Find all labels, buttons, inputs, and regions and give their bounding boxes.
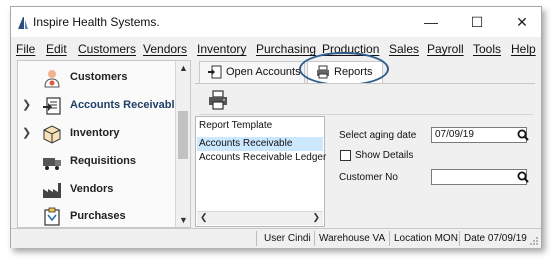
maximize-button[interactable]: ☐: [462, 11, 492, 33]
factory-icon: [43, 183, 61, 198]
status-location: Location MON: [394, 233, 458, 244]
menu-edit[interactable]: Edit: [46, 42, 67, 56]
app-window: Inspire Health Systems. — ☐ ✕ File Edit …: [10, 6, 542, 248]
sidebar-item-requisitions[interactable]: Requisitions: [18, 149, 180, 175]
menu-customers[interactable]: Customers: [78, 42, 136, 56]
status-divider: [389, 231, 390, 246]
scroll-right-icon[interactable]: ❯: [312, 212, 320, 223]
report-template-list[interactable]: Report Template Accounts Receivable Acco…: [195, 116, 326, 227]
status-user: User Cindi: [264, 233, 311, 244]
menu-bar: File Edit Customers Vendors Inventory Pu…: [11, 39, 541, 59]
menu-inventory[interactable]: Inventory: [197, 42, 246, 56]
purchases-icon: [44, 207, 60, 226]
toolbar-divider: [199, 114, 533, 115]
window-title: Inspire Health Systems.: [33, 15, 160, 29]
menu-sales[interactable]: Sales: [389, 42, 419, 56]
scroll-down-icon[interactable]: ▼: [179, 215, 188, 225]
sidebar-item-label: Customers: [70, 71, 128, 83]
sidebar-item-purchases[interactable]: Purchases: [18, 204, 180, 230]
sidebar-item-customers[interactable]: Customers: [18, 65, 180, 91]
truck-icon: [43, 158, 61, 170]
title-bar: Inspire Health Systems. — ☐ ✕: [11, 7, 541, 37]
print-button[interactable]: [207, 89, 229, 111]
sidebar-item-label: Requisitions: [70, 155, 137, 167]
report-list-hscrollbar[interactable]: ❮ ❯: [197, 211, 323, 225]
menu-vendors[interactable]: Vendors: [143, 42, 187, 56]
reports-panel: Report Template Accounts Receivable Acco…: [195, 83, 535, 227]
scroll-left-icon[interactable]: ❮: [200, 212, 208, 223]
sidebar-item-vendors[interactable]: Vendors: [18, 177, 180, 203]
report-list-item[interactable]: Accounts Receivable Ledger: [197, 151, 326, 165]
show-details-checkbox[interactable]: [340, 150, 351, 161]
accounts-receivable-icon: [43, 97, 61, 115]
sidebar-item-label: Accounts Receivable: [70, 99, 181, 111]
highlight-ellipse: [299, 52, 389, 86]
sidebar-item-label: Inventory: [70, 127, 120, 139]
close-button[interactable]: ✕: [507, 11, 537, 33]
menu-payroll[interactable]: Payroll: [427, 42, 464, 56]
tab-label: Open Accounts: [226, 66, 301, 78]
sidebar-item-inventory[interactable]: ❯ Inventory: [18, 121, 180, 147]
sidebar-item-accounts-receivable[interactable]: ❯ Accounts Receivable: [18, 93, 181, 119]
open-accounts-icon: [208, 65, 222, 79]
report-list-header: Report Template: [199, 120, 273, 131]
status-warehouse: Warehouse VA: [319, 233, 386, 244]
search-icon[interactable]: [517, 129, 529, 141]
inventory-box-icon: [43, 125, 61, 144]
minimize-button[interactable]: —: [416, 11, 446, 33]
show-details-label: Show Details: [355, 150, 414, 161]
scrollbar-thumb[interactable]: [178, 111, 188, 159]
aging-date-input[interactable]: 07/09/19: [431, 127, 527, 143]
sidebar-item-label: Vendors: [70, 183, 114, 195]
menu-purchasing[interactable]: Purchasing: [256, 42, 316, 56]
app-logo-icon: [18, 17, 28, 29]
report-list-item[interactable]: Accounts Receivable: [197, 137, 323, 151]
search-icon[interactable]: [517, 171, 529, 183]
status-bar: User Cindi Warehouse VA Location MON Dat…: [11, 228, 541, 248]
chevron-right-icon[interactable]: ❯: [22, 126, 31, 139]
resize-grip-icon[interactable]: [529, 236, 539, 246]
chevron-right-icon[interactable]: ❯: [22, 98, 31, 111]
status-date: Date 07/09/19: [464, 233, 527, 244]
sidebar-scrollbar[interactable]: ▲ ▼: [175, 61, 190, 227]
menu-file[interactable]: File: [16, 42, 35, 56]
customer-no-input[interactable]: [431, 169, 527, 185]
status-divider: [256, 231, 257, 246]
sidebar: Customers ❯ Accounts Receivable ❯ Invent…: [17, 60, 191, 228]
aging-date-label: Select aging date: [339, 130, 417, 141]
customer-icon: [44, 70, 60, 88]
sidebar-item-label: Purchases: [70, 210, 126, 222]
menu-help[interactable]: Help: [511, 42, 536, 56]
customer-no-label: Customer No: [339, 172, 398, 183]
tab-open-accounts[interactable]: Open Accounts: [199, 61, 305, 83]
menu-tools[interactable]: Tools: [473, 42, 501, 56]
status-divider: [459, 231, 460, 246]
status-divider: [314, 231, 315, 246]
scroll-up-icon[interactable]: ▲: [179, 63, 188, 73]
